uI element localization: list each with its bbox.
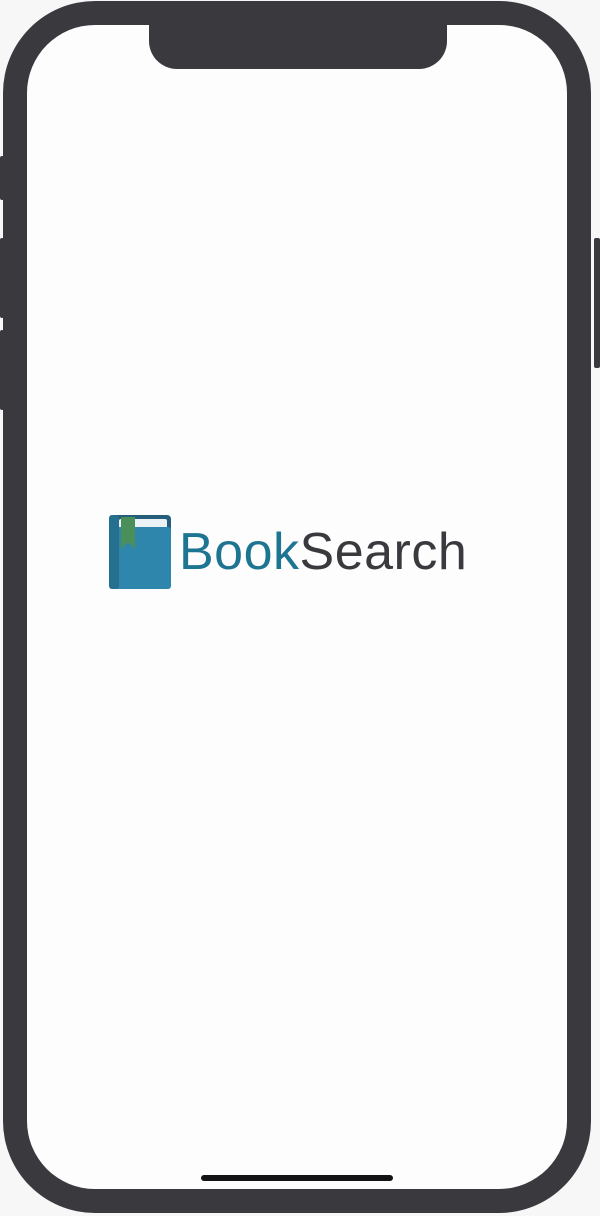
device-mockup: BookSearch: [0, 0, 600, 1216]
power-button: [594, 238, 600, 368]
splash-screen: BookSearch: [27, 25, 567, 1189]
home-indicator[interactable]: [201, 1175, 393, 1181]
phone-frame: BookSearch: [3, 1, 591, 1213]
notch: [149, 25, 447, 69]
wordmark-book: Book: [179, 523, 300, 581]
wordmark-search: Search: [299, 523, 468, 581]
app-wordmark: BookSearch: [179, 526, 467, 578]
app-logo: BookSearch: [109, 514, 467, 590]
bookmarked-book-icon: [109, 515, 171, 589]
